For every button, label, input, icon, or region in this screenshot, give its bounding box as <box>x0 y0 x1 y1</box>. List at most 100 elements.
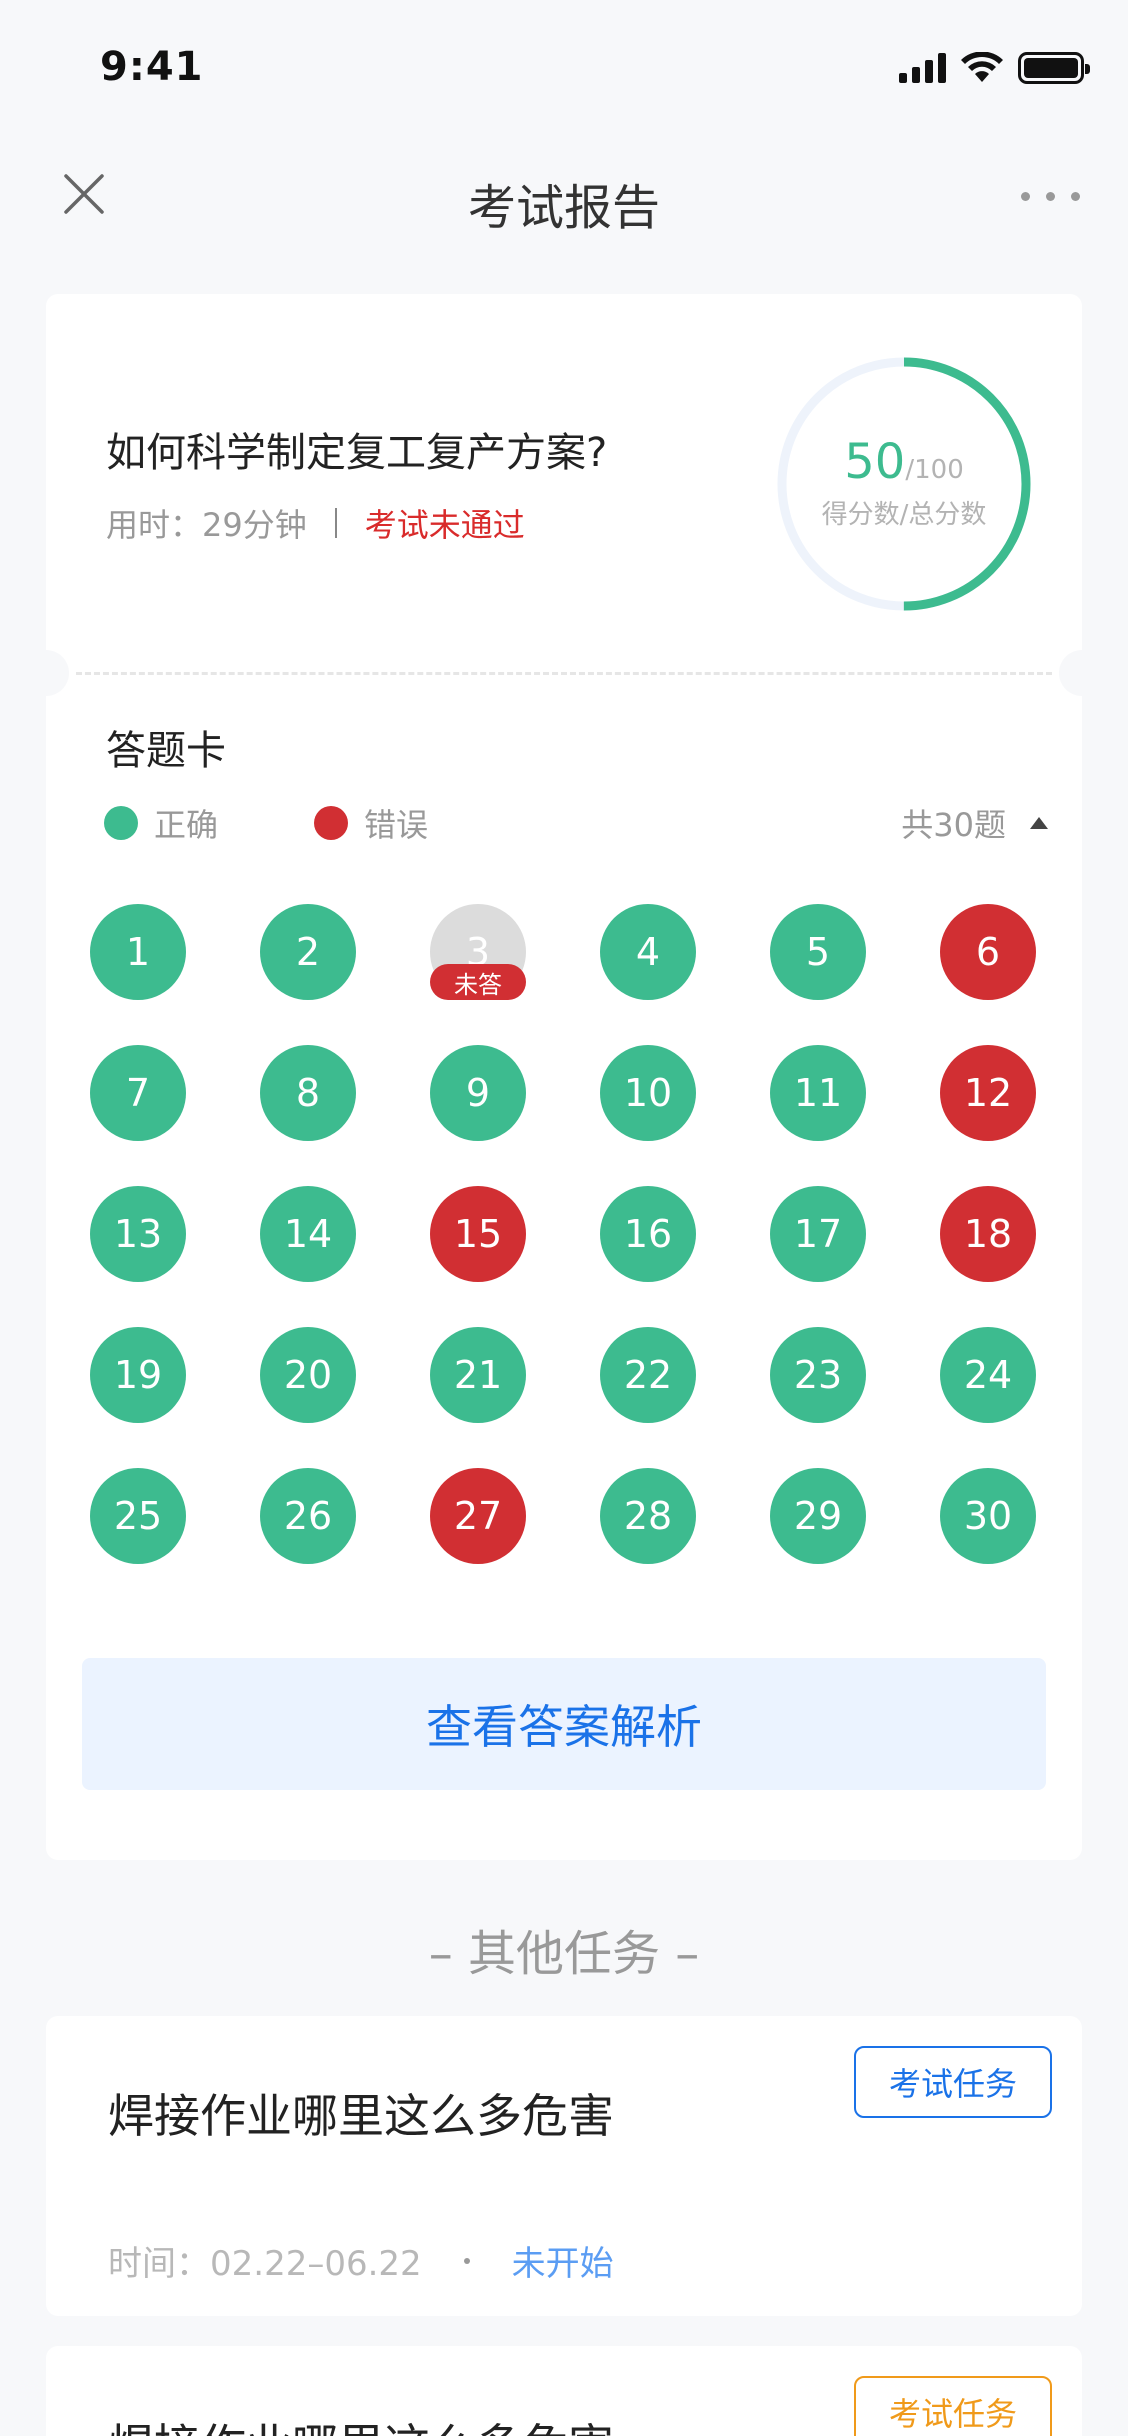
exam-report-card: 如何科学制定复工复产方案? 用时：29分钟 考试未通过 50/100 得分数/总… <box>23 294 1105 1860</box>
legend-correct: 正确 <box>104 800 218 846</box>
question-bubble[interactable]: 29 <box>770 1468 866 1564</box>
question-number: 10 <box>623 1071 673 1115</box>
collapse-icon[interactable] <box>1030 817 1048 829</box>
view-answers-button[interactable]: 查看答案解析 <box>82 1658 1046 1790</box>
question-bubble[interactable]: 27 <box>430 1468 526 1564</box>
score-label: 得分数/总分数 <box>821 500 987 530</box>
question-bubble[interactable]: 17 <box>770 1186 866 1282</box>
question-bubble[interactable]: 1 <box>90 904 186 1000</box>
more-icon[interactable] <box>1021 192 1080 201</box>
question-bubble[interactable]: 9 <box>430 1045 526 1141</box>
question-bubble[interactable]: 11 <box>770 1045 866 1141</box>
correct-dot-icon <box>104 806 138 840</box>
question-bubble[interactable]: 24 <box>940 1327 1036 1423</box>
question-number: 1 <box>125 930 151 974</box>
exam-meta: 用时：29分钟 考试未通过 <box>106 500 525 546</box>
ticket-notch-left <box>23 650 69 696</box>
question-bubble[interactable]: 12 <box>940 1045 1036 1141</box>
question-bubble[interactable]: 3 未答 <box>430 904 526 1000</box>
question-bubble[interactable]: 26 <box>260 1468 356 1564</box>
question-number: 20 <box>283 1353 333 1397</box>
question-bubble[interactable]: 23 <box>770 1327 866 1423</box>
task-card[interactable]: 焊接作业哪里这么多危害 考试任务 时间：02.22–06.22 未开始 <box>46 2016 1082 2316</box>
question-grid: 1 2 3 未答 4 5 6 7 8 9 10 11 12 13 14 15 16 17 18 19 20 21 22 23 2… <box>90 904 1038 1564</box>
question-number: 2 <box>295 930 321 974</box>
task-card[interactable]: 焊接作业哪里这么多危害 考试任务 <box>46 2346 1082 2436</box>
question-bubble[interactable]: 13 <box>90 1186 186 1282</box>
question-number: 21 <box>453 1353 503 1397</box>
score-total: /100 <box>905 455 964 485</box>
status-bar: 9:41 <box>0 0 1128 140</box>
task-title: 焊接作业哪里这么多危害 <box>108 2089 614 2143</box>
question-bubble[interactable]: 18 <box>940 1186 1036 1282</box>
wifi-icon <box>961 52 1003 82</box>
ticket-notch-right <box>1059 650 1105 696</box>
unanswered-tag: 未答 <box>430 964 526 1000</box>
meta-divider <box>334 508 337 538</box>
question-number: 23 <box>793 1353 843 1397</box>
wrong-dot-icon <box>314 806 349 840</box>
question-bubble[interactable]: 21 <box>430 1327 526 1423</box>
question-number: 29 <box>793 1494 843 1538</box>
question-number: 13 <box>113 1212 163 1256</box>
question-bubble[interactable]: 10 <box>600 1045 696 1141</box>
legend: 正确 错误 <box>104 800 524 846</box>
question-number: 18 <box>963 1212 1013 1256</box>
question-number: 7 <box>125 1071 151 1115</box>
meta-separator-dot <box>463 2257 470 2264</box>
question-bubble[interactable]: 16 <box>600 1186 696 1282</box>
question-bubble[interactable]: 4 <box>600 904 696 1000</box>
answer-card-title: 答题卡 <box>106 728 226 774</box>
question-number: 19 <box>113 1353 163 1397</box>
question-number: 11 <box>793 1071 843 1115</box>
question-bubble[interactable]: 14 <box>260 1186 356 1282</box>
task-type-badge: 考试任务 <box>854 2376 1052 2436</box>
exam-title: 如何科学制定复工复产方案? <box>106 430 608 476</box>
question-number: 17 <box>793 1212 843 1256</box>
question-bubble[interactable]: 20 <box>260 1327 356 1423</box>
page-title: 考试报告 <box>467 180 660 236</box>
question-bubble[interactable]: 2 <box>260 904 356 1000</box>
total-count-label: 共30题 <box>901 806 1006 844</box>
perforation-divider <box>76 672 1052 675</box>
question-number: 25 <box>113 1494 163 1538</box>
other-tasks-title: – 其他任务 – <box>428 1926 700 1982</box>
score-text: 50/100 得分数/总分数 <box>774 434 1034 531</box>
total-count[interactable]: 共30题 <box>901 800 1048 846</box>
nav-bar: 考试报告 <box>0 150 1128 250</box>
exam-status: 考试未通过 <box>364 506 525 544</box>
question-number: 26 <box>283 1494 333 1538</box>
question-number: 12 <box>963 1071 1013 1115</box>
question-bubble[interactable]: 19 <box>90 1327 186 1423</box>
legend-wrong: 错误 <box>314 800 428 846</box>
question-number: 24 <box>963 1353 1013 1397</box>
question-bubble[interactable]: 30 <box>940 1468 1036 1564</box>
question-number: 30 <box>963 1494 1013 1538</box>
question-number: 5 <box>805 930 831 974</box>
question-bubble[interactable]: 5 <box>770 904 866 1000</box>
task-time: 时间：02.22–06.22 <box>108 2244 422 2284</box>
question-number: 27 <box>453 1494 503 1538</box>
status-time: 9:41 <box>100 44 204 90</box>
status-icons <box>899 52 1090 84</box>
question-bubble[interactable]: 28 <box>600 1468 696 1564</box>
question-bubble[interactable]: 6 <box>940 904 1036 1000</box>
question-number: 9 <box>465 1071 491 1115</box>
question-number: 22 <box>623 1353 673 1397</box>
legend-correct-label: 正确 <box>154 806 219 844</box>
question-bubble[interactable]: 7 <box>90 1045 186 1141</box>
question-bubble[interactable]: 22 <box>600 1327 696 1423</box>
task-status: 未开始 <box>511 2244 614 2284</box>
question-bubble[interactable]: 25 <box>90 1468 186 1564</box>
battery-icon <box>1018 52 1090 84</box>
task-meta: 时间：02.22–06.22 未开始 <box>108 2236 614 2285</box>
battery-level <box>1024 58 1078 78</box>
task-title: 焊接作业哪里这么多危害 <box>108 2410 614 2436</box>
question-number: 28 <box>623 1494 673 1538</box>
question-bubble[interactable]: 15 <box>430 1186 526 1282</box>
time-used: 用时：29分钟 <box>106 506 307 544</box>
question-number: 4 <box>635 930 661 974</box>
signal-icon <box>899 53 946 83</box>
task-type-badge: 考试任务 <box>854 2046 1052 2118</box>
question-bubble[interactable]: 8 <box>260 1045 356 1141</box>
